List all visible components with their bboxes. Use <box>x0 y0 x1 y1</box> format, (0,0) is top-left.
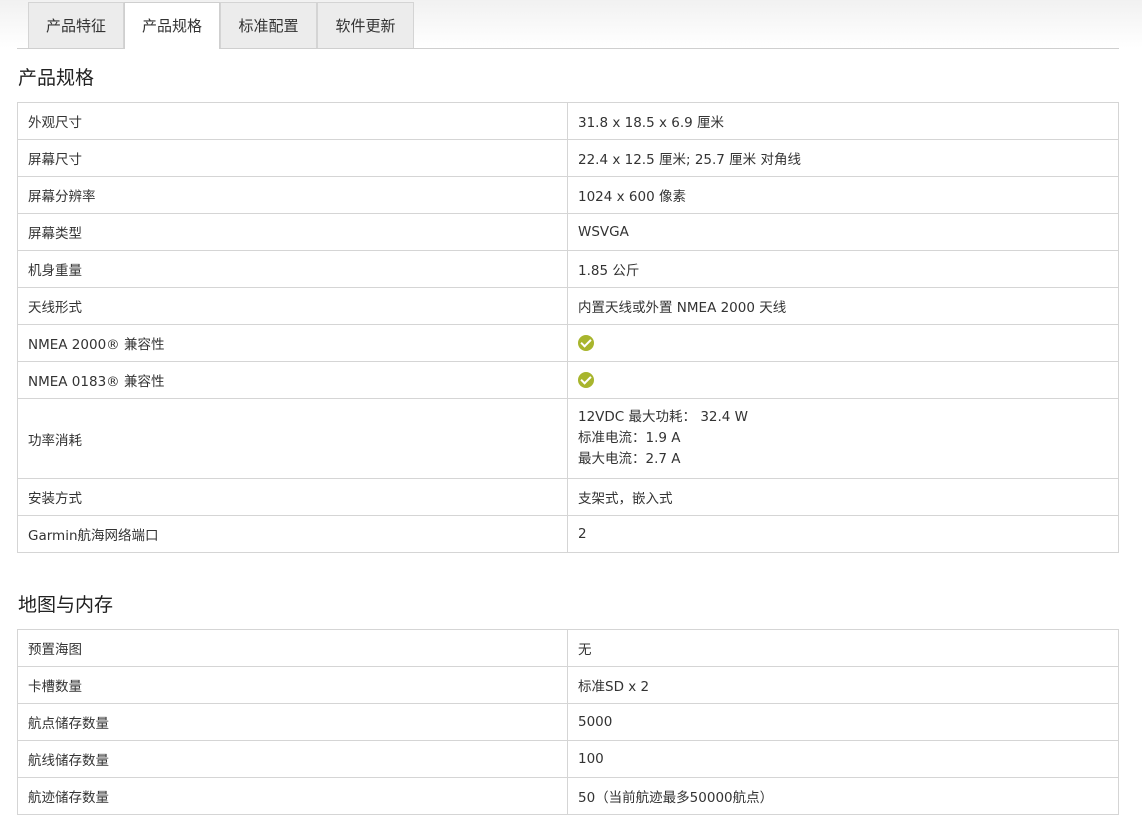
spec-label: 航线储存数量 <box>17 740 568 778</box>
spec-value: 1024 x 600 像素 <box>567 176 1119 214</box>
tab-standard-config[interactable]: 标准配置 <box>220 2 317 48</box>
spec-value: 支架式，嵌入式 <box>567 478 1119 516</box>
spec-value: 标准SD x 2 <box>567 666 1119 704</box>
table-row: 航点储存数量 5000 <box>17 703 1119 741</box>
table-row: 卡槽数量 标准SD x 2 <box>17 666 1119 704</box>
table-row: 天线形式 内置天线或外置 NMEA 2000 天线 <box>17 287 1119 325</box>
spec-value: 5000 <box>567 703 1119 741</box>
table-row: 外观尺寸 31.8 x 18.5 x 6.9 厘米 <box>17 102 1119 140</box>
spec-label: 航迹储存数量 <box>17 777 568 815</box>
spec-value <box>567 361 1119 399</box>
spec-label: Garmin航海网络端口 <box>17 515 568 553</box>
table-row: 屏幕类型 WSVGA <box>17 213 1119 251</box>
table-row: 航迹储存数量 50（当前航迹最多50000航点） <box>17 777 1119 815</box>
power-typical-current-line: 标准电流：1.9 A <box>578 430 681 446</box>
table-row: 屏幕尺寸 22.4 x 12.5 厘米; 25.7 厘米 对角线 <box>17 139 1119 177</box>
spec-value: 2 <box>567 515 1119 553</box>
spec-value: 12VDC 最大功耗： 32.4 W 标准电流：1.9 A 最大电流：2.7 A <box>567 398 1119 479</box>
spec-label: 卡槽数量 <box>17 666 568 704</box>
table-row: 航线储存数量 100 <box>17 740 1119 778</box>
table-row: 功率消耗 12VDC 最大功耗： 32.4 W 标准电流：1.9 A 最大电流：… <box>17 398 1119 479</box>
specs-table: 外观尺寸 31.8 x 18.5 x 6.9 厘米 屏幕尺寸 22.4 x 12… <box>17 102 1119 553</box>
table-row: 机身重量 1.85 公斤 <box>17 250 1119 288</box>
power-max-line: 12VDC 最大功耗： 32.4 W <box>578 409 749 425</box>
spec-value <box>567 324 1119 362</box>
spec-value: 31.8 x 18.5 x 6.9 厘米 <box>567 102 1119 140</box>
table-row: NMEA 2000® 兼容性 <box>17 324 1119 362</box>
table-row: 屏幕分辨率 1024 x 600 像素 <box>17 176 1119 214</box>
table-row: 安装方式 支架式，嵌入式 <box>17 478 1119 516</box>
tab-product-features[interactable]: 产品特征 <box>28 2 124 48</box>
spec-label: 安装方式 <box>17 478 568 516</box>
spec-label: 屏幕类型 <box>17 213 568 251</box>
spec-label: 预置海图 <box>17 629 568 667</box>
spec-label: 功率消耗 <box>17 398 568 479</box>
check-circle-icon <box>578 372 594 388</box>
spec-value: 100 <box>567 740 1119 778</box>
specs-section-title: 产品规格 <box>18 67 95 89</box>
tab-software-update[interactable]: 软件更新 <box>317 2 414 48</box>
spec-label: 航点储存数量 <box>17 703 568 741</box>
spec-label: NMEA 2000® 兼容性 <box>17 324 568 362</box>
maps-table: 预置海图 无 卡槽数量 标准SD x 2 航点储存数量 5000 航线储存数量 … <box>17 629 1119 815</box>
maps-section-title: 地图与内存 <box>18 594 114 616</box>
spec-value: 50（当前航迹最多50000航点） <box>567 777 1119 815</box>
spec-label: 机身重量 <box>17 250 568 288</box>
power-max-current-line: 最大电流：2.7 A <box>578 451 681 467</box>
spec-label: NMEA 0183® 兼容性 <box>17 361 568 399</box>
table-row: 预置海图 无 <box>17 629 1119 667</box>
table-row: Garmin航海网络端口 2 <box>17 515 1119 553</box>
spec-value: WSVGA <box>567 213 1119 251</box>
spec-label: 外观尺寸 <box>17 102 568 140</box>
spec-label: 屏幕尺寸 <box>17 139 568 177</box>
spec-value: 1.85 公斤 <box>567 250 1119 288</box>
tab-bar: 产品特征 产品规格 标准配置 软件更新 <box>17 0 1119 49</box>
spec-value: 内置天线或外置 NMEA 2000 天线 <box>567 287 1119 325</box>
table-row: NMEA 0183® 兼容性 <box>17 361 1119 399</box>
spec-label: 屏幕分辨率 <box>17 176 568 214</box>
spec-value: 22.4 x 12.5 厘米; 25.7 厘米 对角线 <box>567 139 1119 177</box>
spec-value: 无 <box>567 629 1119 667</box>
check-circle-icon <box>578 335 594 351</box>
tab-product-specs[interactable]: 产品规格 <box>124 2 220 49</box>
spec-label: 天线形式 <box>17 287 568 325</box>
